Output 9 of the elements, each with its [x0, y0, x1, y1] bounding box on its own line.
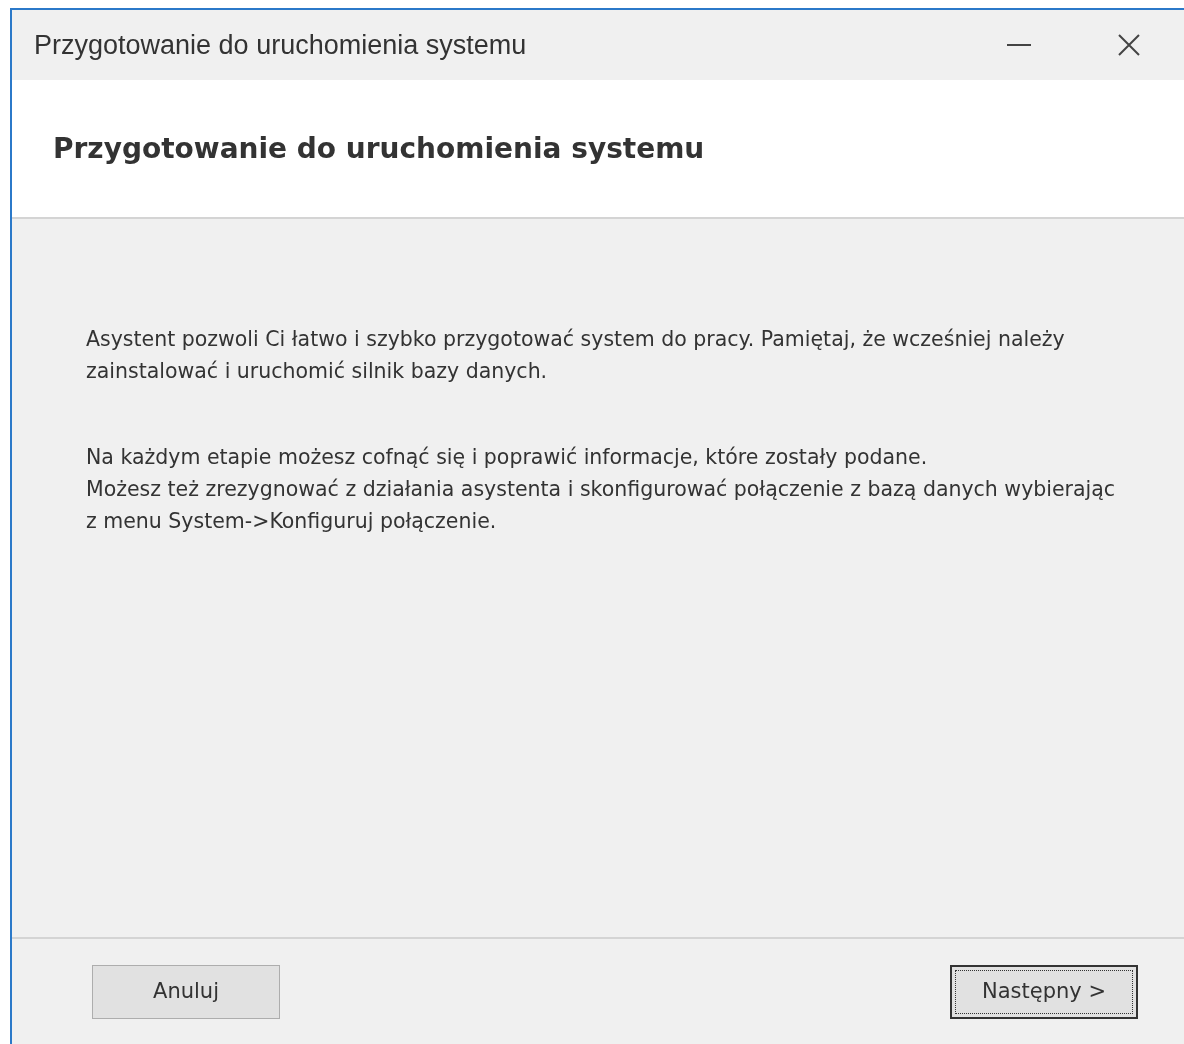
- page-heading: Przygotowanie do uruchomienia systemu: [53, 130, 705, 167]
- next-button[interactable]: Następny >: [950, 964, 1138, 1019]
- body-text: Na każdym etapie możesz cofnąć się i poprawić informacje, które zostały podane.: [86, 444, 929, 471]
- cancel-button[interactable]: Anuluj: [92, 964, 280, 1019]
- body-text: Asystent pozwoli Ci łatwo i szybko przygotować system do pracy. Pamiętaj, że wcześniej należy zainstalować i uruchomić silnik bazy danych.: [86, 326, 1066, 385]
- body-text: Możesz też zrezygnować z działania asystenta i skonfigurować połączenie z bazą danych wybierając z menu System->Konfiguruj połączenie.: [86, 476, 1117, 535]
- window-title: Przygotowanie do uruchomienia systemu: [34, 28, 528, 62]
- close-icon: [1118, 34, 1140, 56]
- minimize-icon: [1007, 44, 1031, 46]
